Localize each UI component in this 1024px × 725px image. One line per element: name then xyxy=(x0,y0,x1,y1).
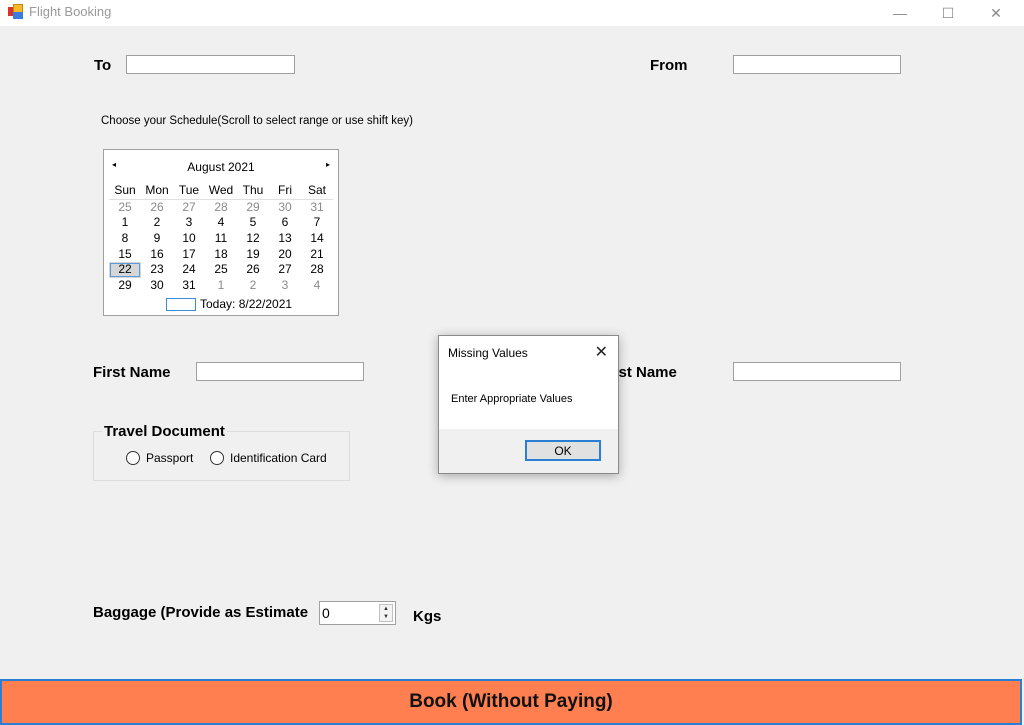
day-of-week-header: Sun xyxy=(109,183,141,200)
calendar-day[interactable]: 18 xyxy=(205,246,237,262)
dialog-title: Missing Values xyxy=(448,346,528,360)
stepper-arrows[interactable]: ▲ ▼ xyxy=(379,604,393,622)
today-link[interactable]: Today: 8/22/2021 xyxy=(166,297,292,311)
calendar-day[interactable]: 4 xyxy=(205,215,237,231)
day-of-week-header: Tue xyxy=(173,183,205,200)
calendar-day[interactable]: 2 xyxy=(141,215,173,231)
baggage-unit-label: Kgs xyxy=(413,608,442,625)
calendar-day[interactable]: 11 xyxy=(205,231,237,247)
dialog-message: Enter Appropriate Values xyxy=(451,393,573,405)
travel-document-legend: Travel Document xyxy=(102,423,227,440)
ok-button[interactable]: OK xyxy=(525,440,601,461)
calendar-day[interactable]: 28 xyxy=(205,199,237,215)
calendar-day[interactable]: 27 xyxy=(173,199,205,215)
app-icon xyxy=(8,4,24,20)
last-name-input[interactable] xyxy=(733,362,901,381)
today-label: Today: 8/22/2021 xyxy=(200,297,293,311)
calendar-day[interactable]: 26 xyxy=(141,199,173,215)
calendar-day[interactable]: 2 xyxy=(237,278,269,294)
to-label: To xyxy=(94,57,112,74)
schedule-hint: Choose your Schedule(Scroll to select ra… xyxy=(101,115,413,127)
radio-circle-icon xyxy=(210,451,224,465)
first-name-label: First Name xyxy=(93,364,171,381)
calendar-day[interactable]: 30 xyxy=(269,199,301,215)
identification-card-radio[interactable]: Identification Card xyxy=(210,451,327,465)
calendar-month-label: August 2021 xyxy=(187,160,255,174)
calendar-day[interactable]: 17 xyxy=(173,246,205,262)
maximize-button[interactable]: ☐ xyxy=(925,0,971,26)
radio-circle-icon xyxy=(126,451,140,465)
book-button[interactable]: Book (Without Paying) xyxy=(0,679,1022,725)
from-label: From xyxy=(650,57,688,74)
baggage-stepper[interactable]: 0 ▲ ▼ xyxy=(319,601,396,625)
calendar-day[interactable]: 16 xyxy=(141,246,173,262)
passport-label: Passport xyxy=(146,451,194,465)
calendar-day[interactable]: 20 xyxy=(269,246,301,262)
calendar-grid: Sun Mon Tue Wed Thu Fri Sat 25 26 27 28 29 30 31 1 2 3 4 5… xyxy=(109,183,333,293)
dialog-close-icon[interactable]: ✕ xyxy=(595,342,608,362)
title-bar: Flight Booking — ☐ ✕ xyxy=(0,0,1024,26)
calendar-day[interactable]: 1 xyxy=(205,278,237,294)
calendar-day[interactable]: 21 xyxy=(301,246,333,262)
calendar-day[interactable]: 5 xyxy=(237,215,269,231)
calendar-day[interactable]: 26 xyxy=(237,262,269,278)
baggage-value[interactable]: 0 xyxy=(322,605,330,621)
calendar-day[interactable]: 19 xyxy=(237,246,269,262)
to-input[interactable] xyxy=(126,55,295,74)
calendar-day[interactable]: 25 xyxy=(109,199,141,215)
calendar-day[interactable]: 6 xyxy=(269,215,301,231)
calendar-day-selected[interactable]: 22 xyxy=(109,261,141,278)
travel-document-group: Travel Document Passport Identification … xyxy=(93,423,350,481)
day-of-week-header: Thu xyxy=(237,183,269,200)
day-of-week-header: Fri xyxy=(269,183,301,200)
calendar-day[interactable]: 10 xyxy=(173,231,205,247)
baggage-label: Baggage (Provide as Estimate xyxy=(93,604,309,621)
day-of-week-header: Sat xyxy=(301,183,333,200)
calendar-day[interactable]: 12 xyxy=(237,231,269,247)
today-marker-icon xyxy=(166,297,196,311)
calendar-day[interactable]: 28 xyxy=(301,262,333,278)
calendar-day[interactable]: 8 xyxy=(109,231,141,247)
stepper-down-icon[interactable]: ▼ xyxy=(380,613,392,621)
month-calendar[interactable]: ◂ August 2021 ▸ Sun Mon Tue Wed Thu Fri Sat 25 2… xyxy=(103,149,339,316)
calendar-day[interactable]: 24 xyxy=(173,262,205,278)
calendar-day[interactable]: 30 xyxy=(141,278,173,294)
calendar-day[interactable]: 4 xyxy=(301,278,333,294)
day-of-week-header: Wed xyxy=(205,183,237,200)
from-input[interactable] xyxy=(733,55,901,74)
calendar-day[interactable]: 29 xyxy=(237,199,269,215)
minimize-button[interactable]: — xyxy=(877,0,923,26)
stepper-up-icon[interactable]: ▲ xyxy=(380,605,392,613)
calendar-day[interactable]: 15 xyxy=(109,246,141,262)
calendar-day[interactable]: 13 xyxy=(269,231,301,247)
calendar-day[interactable]: 9 xyxy=(141,231,173,247)
calendar-day[interactable]: 14 xyxy=(301,231,333,247)
missing-values-dialog: Missing Values ✕ Enter Appropriate Value… xyxy=(438,335,619,474)
calendar-day[interactable]: 7 xyxy=(301,215,333,231)
passport-radio[interactable]: Passport xyxy=(126,451,193,465)
calendar-day[interactable]: 1 xyxy=(109,215,141,231)
calendar-day[interactable]: 23 xyxy=(141,262,173,278)
day-of-week-header: Mon xyxy=(141,183,173,200)
calendar-day[interactable]: 3 xyxy=(173,215,205,231)
calendar-day[interactable]: 31 xyxy=(173,278,205,294)
window-title: Flight Booking xyxy=(29,4,112,19)
close-window-button[interactable]: ✕ xyxy=(973,0,1019,26)
first-name-input[interactable] xyxy=(196,362,364,381)
calendar-day[interactable]: 29 xyxy=(109,278,141,294)
calendar-day[interactable]: 31 xyxy=(301,199,333,215)
calendar-day[interactable]: 3 xyxy=(269,278,301,294)
dialog-footer: OK xyxy=(439,429,618,473)
identification-card-label: Identification Card xyxy=(230,451,327,465)
calendar-day[interactable]: 27 xyxy=(269,262,301,278)
calendar-day[interactable]: 25 xyxy=(205,262,237,278)
next-month-icon[interactable]: ▸ xyxy=(326,160,330,169)
